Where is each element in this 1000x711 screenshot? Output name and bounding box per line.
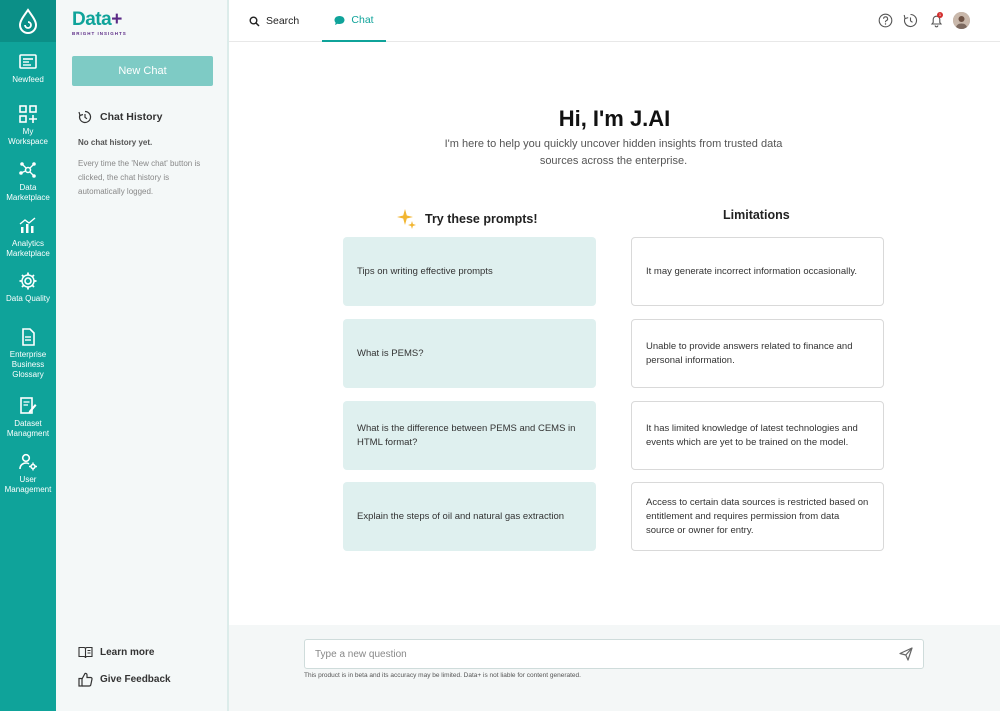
nav-label: Data Quality [5, 294, 51, 303]
help-icon[interactable] [878, 13, 893, 28]
nav-label: Newfeed [12, 75, 44, 84]
user-settings-icon [19, 453, 37, 471]
sparkle-icon [397, 209, 416, 229]
notifications-button[interactable]: 1 [929, 12, 944, 28]
chat-bubble-icon [334, 15, 345, 25]
beta-disclaimer: This product is in beta and its accuracy… [304, 672, 581, 679]
tab-chat[interactable]: Chat [322, 0, 386, 42]
tab-search[interactable]: Search [249, 0, 299, 42]
limitation-text: It has limited knowledge of latest techn… [646, 422, 858, 448]
nav-my-workspace[interactable]: My Workspace [0, 104, 56, 147]
nav-label: Dataset Managment [6, 419, 50, 438]
limitations-heading-label: Limitations [723, 208, 790, 222]
tab-chat-label: Chat [351, 14, 374, 26]
user-avatar-icon [953, 12, 970, 29]
nav-dataset-managment[interactable]: Dataset Managment [0, 396, 56, 439]
new-chat-button[interactable]: New Chat [72, 56, 213, 86]
nav-label: Analytics Marketplace [6, 239, 50, 258]
thumbs-up-icon [78, 672, 93, 687]
tab-search-label: Search [266, 15, 300, 27]
notification-badge: 1 [937, 12, 943, 18]
brand-name: Data+ [72, 9, 122, 30]
drop-logo-icon [18, 8, 38, 34]
nav-data-marketplace[interactable]: Data Marketplace [0, 160, 56, 203]
brand-tagline: BRIGHT INSIGHTS [72, 31, 127, 36]
limitation-card: Unable to provide answers related to fin… [631, 319, 884, 388]
nav-data-quality[interactable]: Data Quality [0, 271, 56, 304]
nav-user-management[interactable]: User Management [0, 452, 56, 495]
nav-label: User Management [4, 475, 52, 494]
search-icon [249, 16, 260, 27]
limitation-text: Access to certain data sources is restri… [646, 496, 869, 536]
book-icon [78, 646, 93, 659]
newsfeed-icon [19, 54, 37, 69]
question-box [304, 639, 924, 669]
nav-label: Data Marketplace [6, 183, 50, 202]
limitation-card: Access to certain data sources is restri… [631, 482, 884, 551]
prompts-heading-label: Try these prompts! [425, 212, 538, 226]
history-hint-text: Every time the 'New chat' button is clic… [78, 159, 201, 196]
prompt-card[interactable]: Explain the steps of oil and natural gas… [343, 482, 596, 551]
question-input[interactable] [315, 640, 885, 668]
limitation-text: It may generate incorrect information oc… [646, 265, 858, 277]
nav-enterprise-business-glossary[interactable]: Enterprise Business Glossary [0, 327, 56, 380]
brand-logo[interactable]: Data+ BRIGHT INSIGHTS [72, 9, 127, 37]
prompt-card[interactable]: What is the difference between PEMS and … [343, 401, 596, 470]
learn-more-link[interactable]: Learn more [78, 645, 154, 660]
page-subtitle: I'm here to help you quickly uncover hid… [444, 138, 783, 167]
document-icon [22, 328, 35, 346]
top-bar: Search Chat 1 [229, 0, 1000, 42]
nav-newfeed[interactable]: Newfeed [0, 52, 56, 85]
give-feedback-label: Give Feedback [100, 674, 171, 685]
limitation-card: It may generate incorrect information oc… [631, 237, 884, 306]
nav-label: My Workspace [8, 127, 48, 146]
gear-icon [19, 272, 37, 290]
nav-analytics-marketplace[interactable]: Analytics Marketplace [0, 216, 56, 259]
no-history-text: No chat history yet. [78, 138, 153, 147]
chat-side-panel: Data+ BRIGHT INSIGHTS New Chat Chat Hist… [56, 0, 229, 711]
analytics-chart-icon [19, 217, 36, 233]
prompt-text: What is PEMS? [357, 347, 424, 359]
history-icon[interactable] [903, 13, 918, 28]
workspace-grid-icon [19, 105, 37, 123]
prompt-text: Explain the steps of oil and natural gas… [357, 510, 565, 522]
send-icon[interactable] [899, 647, 913, 661]
limitation-card: It has limited knowledge of latest techn… [631, 401, 884, 470]
learn-more-label: Learn more [100, 647, 155, 658]
prompt-text: What is the difference between PEMS and … [357, 422, 576, 448]
left-nav-rail: Newfeed My Workspace Data Marketplace An… [0, 0, 56, 711]
prompt-card[interactable]: Tips on writing effective prompts [343, 237, 596, 306]
chat-history-title: Chat History [100, 111, 163, 123]
app-logo[interactable] [0, 0, 56, 42]
limitations-heading: Limitations [723, 208, 790, 222]
prompts-heading: Try these prompts! [397, 208, 538, 230]
prompt-text: Tips on writing effective prompts [357, 265, 493, 277]
limitation-text: Unable to provide answers related to fin… [646, 340, 853, 366]
nav-label: Enterprise Business Glossary [9, 350, 47, 379]
edit-document-icon [20, 397, 37, 414]
give-feedback-link[interactable]: Give Feedback [78, 672, 171, 687]
network-icon [19, 162, 36, 178]
history-icon [78, 110, 92, 124]
chat-history-header: Chat History [78, 110, 162, 124]
prompt-card[interactable]: What is PEMS? [343, 319, 596, 388]
avatar[interactable] [953, 12, 970, 29]
page-title: Hi, I'm J.AI [558, 106, 671, 131]
